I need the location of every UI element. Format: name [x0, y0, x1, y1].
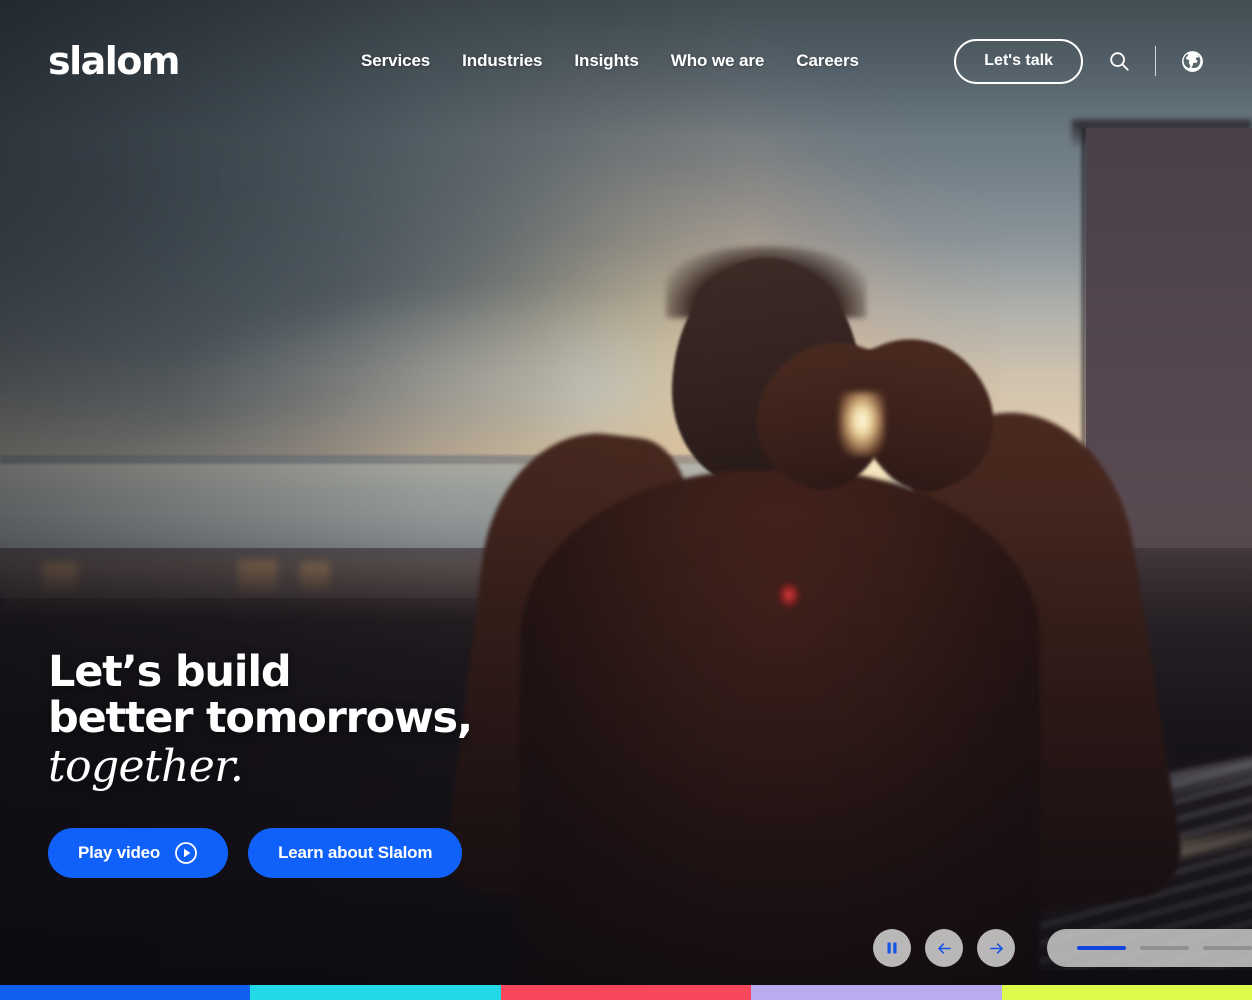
nav-item-careers[interactable]: Careers: [796, 51, 859, 71]
hero-carousel-controls: [873, 929, 1252, 967]
slalom-homepage-hero: slalom Services Industries Insights Who …: [0, 0, 1252, 1000]
carousel-progress-segment-1[interactable]: [1077, 946, 1126, 950]
nav-item-services[interactable]: Services: [361, 51, 430, 71]
language-selector-button[interactable]: [1178, 47, 1206, 75]
carousel-progress-segment-2[interactable]: [1140, 946, 1189, 950]
headline-line-1: Let’s build: [48, 646, 292, 697]
carousel-pause-button[interactable]: [873, 929, 911, 967]
hero-headline: Let’s build better tomorrows, together.: [48, 646, 473, 792]
arrow-left-icon: [937, 942, 951, 954]
nav-item-who-we-are[interactable]: Who we are: [671, 51, 765, 71]
play-video-button[interactable]: Play video: [48, 828, 229, 878]
learn-about-slalom-button[interactable]: Learn about Slalom: [248, 828, 463, 878]
search-button[interactable]: [1105, 47, 1133, 75]
headline-line-2: better tomorrows,: [48, 692, 473, 743]
slalom-logo[interactable]: slalom: [48, 42, 181, 80]
carousel-progress[interactable]: [1047, 929, 1252, 967]
color-strip-blue: [0, 985, 251, 1000]
pause-icon: [887, 942, 897, 954]
primary-navigation: Services Industries Insights Who we are …: [361, 51, 859, 71]
carousel-progress-segment-3[interactable]: [1203, 946, 1252, 950]
color-strip-lavender: [751, 985, 1002, 1000]
color-strip-lime: [1001, 985, 1252, 1000]
nav-item-industries[interactable]: Industries: [462, 51, 542, 71]
hero-content: Let’s build better tomorrows, together. …: [48, 646, 473, 878]
carousel-prev-button[interactable]: [925, 929, 963, 967]
color-strip-red: [500, 985, 752, 1000]
site-header: slalom Services Industries Insights Who …: [0, 0, 1252, 122]
arrow-right-icon: [989, 942, 1003, 954]
headline-accent: together.: [48, 740, 244, 792]
header-divider: [1155, 46, 1156, 76]
play-circle-icon: [175, 842, 198, 864]
color-strip-cyan: [250, 985, 501, 1000]
lets-talk-button[interactable]: Let's talk: [954, 38, 1083, 84]
nav-item-insights[interactable]: Insights: [574, 51, 638, 71]
brand-color-strip: [0, 985, 1252, 1000]
play-video-label: Play video: [78, 843, 161, 862]
hero-cta-row: Play video Learn about Slalom: [48, 828, 472, 878]
search-icon: [1110, 52, 1129, 71]
globe-icon: [1181, 50, 1203, 72]
header-actions: Let's talk: [954, 38, 1206, 84]
carousel-next-button[interactable]: [977, 929, 1015, 967]
